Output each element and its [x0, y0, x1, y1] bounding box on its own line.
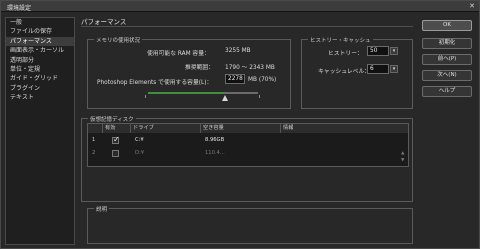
column-header-info[interactable]: 情報 — [281, 124, 408, 133]
sidebar-item-general[interactable]: 一般 — [6, 18, 74, 27]
scratch-disks-legend: 仮想記憶ディスク — [88, 115, 136, 123]
move-up-icon[interactable]: ▲ — [401, 151, 404, 156]
slider-tick-max — [259, 95, 260, 98]
move-down-icon[interactable]: ▼ — [401, 158, 404, 163]
cache-level-stepper[interactable]: ▾ — [390, 65, 398, 73]
memory-slider-handle[interactable] — [222, 95, 228, 101]
table-row[interactable]: 2 D:¥ 110.4... — [88, 148, 408, 159]
history-states-label: ヒストリー： — [328, 51, 363, 57]
drive-free-space: 8.96GB — [205, 137, 225, 143]
column-header-index — [88, 124, 103, 133]
drive-info — [283, 135, 285, 146]
sidebar-item-saving-files[interactable]: ファイルの保存 — [6, 27, 74, 36]
row-index: 1 — [92, 137, 96, 143]
previous-button[interactable]: 前へ(P) — [422, 54, 472, 65]
history-cache-group: ヒストリー・キャッシュ ヒストリー： 50 ▾ キャッシュレベル： 6 ▾ — [301, 36, 413, 109]
table-row[interactable]: 1 ✓ C:¥ 8.96GB — [88, 135, 408, 146]
title-divider — [81, 26, 413, 27]
help-button[interactable]: ヘルプ — [422, 86, 472, 97]
reset-button[interactable]: 初期化 — [422, 38, 472, 49]
sidebar-item-display-cursors[interactable]: 画面表示・カーソル — [6, 46, 74, 55]
scratch-disk-checkbox[interactable] — [112, 150, 119, 157]
sidebar-item-type[interactable]: テキスト — [6, 93, 74, 102]
description-group: 説明 — [87, 205, 413, 244]
sidebar-item-plugins[interactable]: プラグイン — [6, 84, 74, 93]
memory-use-input[interactable]: 2278 — [225, 74, 245, 84]
drive-info — [283, 148, 285, 159]
title-bar: 環境設定 ✕ — [1, 1, 479, 12]
cache-level-input[interactable]: 6 — [367, 64, 389, 74]
memory-slider-fill — [148, 92, 225, 94]
sidebar-item-performance[interactable]: パフォーマンス — [6, 36, 74, 47]
memory-use-label: Photoshop Elements で使用する容量(L)： — [97, 80, 213, 86]
column-header-active[interactable]: 有効 — [103, 124, 131, 133]
preferences-category-list: 一般 ファイルの保存 パフォーマンス 画面表示・カーソル 透明部分 単位・定規 … — [5, 17, 75, 245]
close-icon[interactable]: ✕ — [469, 2, 475, 11]
column-header-free-space[interactable]: 空き容量 — [201, 124, 281, 133]
history-states-stepper[interactable]: ▾ — [390, 47, 398, 55]
history-cache-legend: ヒストリー・キャッシュ — [308, 36, 373, 44]
ok-button[interactable]: OK — [422, 20, 472, 31]
checkmark-icon: ✓ — [113, 135, 120, 144]
memory-usage-group: メモリの使用状況 使用可能な RAM 容量： 3255 MB 推奨範囲： 179… — [87, 36, 291, 109]
column-header-drive[interactable]: ドライブ — [131, 124, 201, 133]
slider-tick-min — [145, 95, 146, 98]
available-ram-value: 3255 MB — [225, 48, 251, 54]
drive-free-space: 110.4... — [205, 150, 225, 156]
sidebar-item-guides-grid[interactable]: ガイド・グリッド — [6, 74, 74, 83]
ideal-range-label: 推奨範囲： — [185, 65, 214, 71]
scratch-disks-table: 有効 ドライブ 空き容量 情報 1 ✓ C:¥ 8.96GB 2 D:¥ 110… — [87, 123, 409, 167]
sidebar-item-transparency[interactable]: 透明部分 — [6, 56, 74, 65]
history-states-input[interactable]: 50 — [367, 46, 389, 56]
preferences-dialog: 環境設定 ✕ 一般 ファイルの保存 パフォーマンス 画面表示・カーソル 透明部分… — [0, 0, 480, 249]
drive-name: D:¥ — [135, 150, 145, 156]
scratch-disk-checkbox[interactable]: ✓ — [112, 135, 120, 144]
drive-name: C:¥ — [135, 137, 144, 143]
available-ram-label: 使用可能な RAM 容量： — [147, 51, 210, 57]
row-index: 2 — [92, 150, 96, 156]
ideal-range-value: 1790 ～ 2343 MB — [225, 65, 275, 71]
sidebar-item-units-rulers[interactable]: 単位・定規 — [6, 65, 74, 74]
page-title: パフォーマンス — [81, 18, 127, 26]
next-button[interactable]: 次へ(N) — [422, 70, 472, 81]
memory-use-unit: MB (70%) — [248, 77, 277, 83]
dialog-title: 環境設定 — [7, 5, 32, 12]
memory-usage-legend: メモリの使用状況 — [94, 36, 143, 44]
cache-level-label: キャッシュレベル： — [318, 69, 371, 75]
description-legend: 説明 — [94, 205, 110, 213]
